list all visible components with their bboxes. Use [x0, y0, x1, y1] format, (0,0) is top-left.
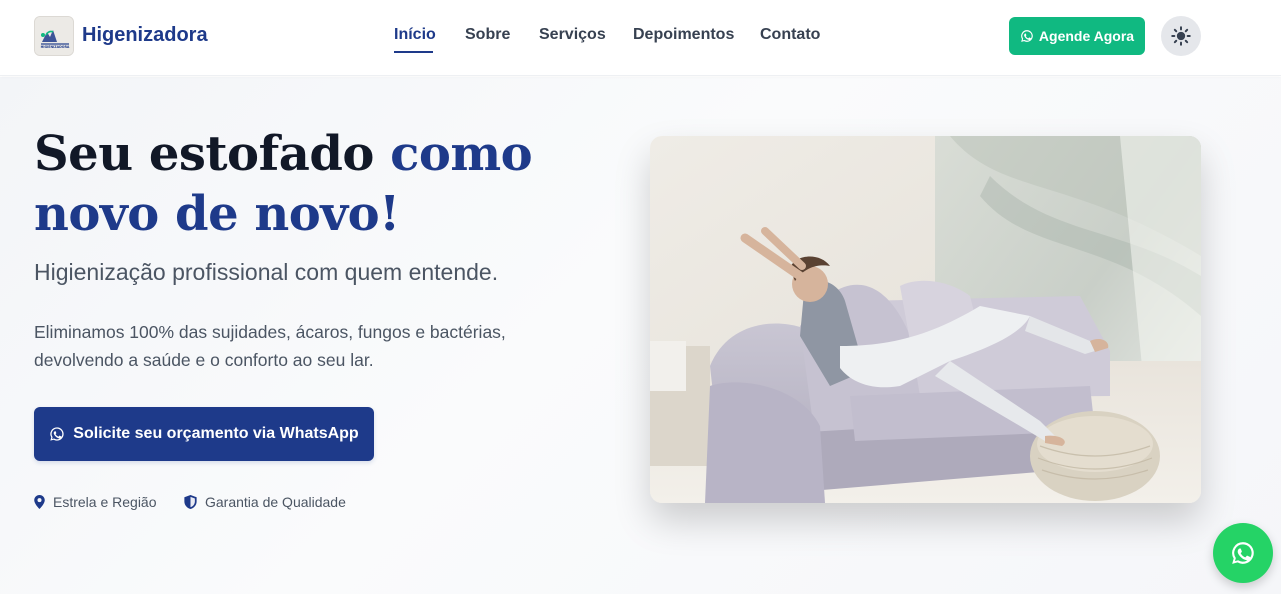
hero-title-part1: Seu estofado	[34, 126, 391, 182]
hero-description: Eliminamos 100% das sujidades, ácaros, f…	[34, 322, 506, 370]
whatsapp-icon	[50, 427, 64, 441]
map-pin-icon	[34, 495, 45, 509]
shield-icon	[184, 495, 197, 509]
schedule-button-label: Agende Agora	[1038, 28, 1135, 44]
hero-image	[650, 136, 1201, 503]
active-nav-indicator	[394, 51, 433, 53]
quality-badge-label: Garantia de Qualidade	[205, 494, 346, 510]
nav-link-depoimentos[interactable]: Depoimentos	[633, 26, 734, 44]
nav-link-contato[interactable]: Contato	[760, 26, 820, 44]
hero-subtitle: Higienização profissional com quem enten…	[34, 259, 499, 285]
whatsapp-quote-button[interactable]: Solicite seu orçamento via WhatsApp	[34, 407, 374, 461]
location-badge: Estrela e Região	[34, 494, 157, 510]
whatsapp-quote-button-label: Solicite seu orçamento via WhatsApp	[73, 425, 359, 442]
quality-badge: Garantia de Qualidade	[184, 494, 346, 510]
theme-toggle-button[interactable]	[1161, 16, 1201, 56]
hero-title: Seu estofado como novo de novo!	[34, 124, 624, 244]
sun-icon	[1171, 26, 1191, 46]
hero-photo	[650, 136, 1201, 503]
schedule-button[interactable]: Agende Agora	[1009, 17, 1145, 55]
nav-link-servicos[interactable]: Serviços	[539, 26, 606, 44]
location-badge-label: Estrela e Região	[53, 494, 157, 510]
site-header: HIGIENIZADORA Higenizadora Início Sobre …	[0, 0, 1281, 76]
whatsapp-icon	[1021, 30, 1033, 42]
floating-whatsapp-button[interactable]	[1213, 523, 1273, 583]
nav-link-sobre[interactable]: Sobre	[465, 26, 510, 44]
whatsapp-icon	[1232, 542, 1254, 564]
nav-link-inicio[interactable]: Início	[394, 26, 436, 44]
